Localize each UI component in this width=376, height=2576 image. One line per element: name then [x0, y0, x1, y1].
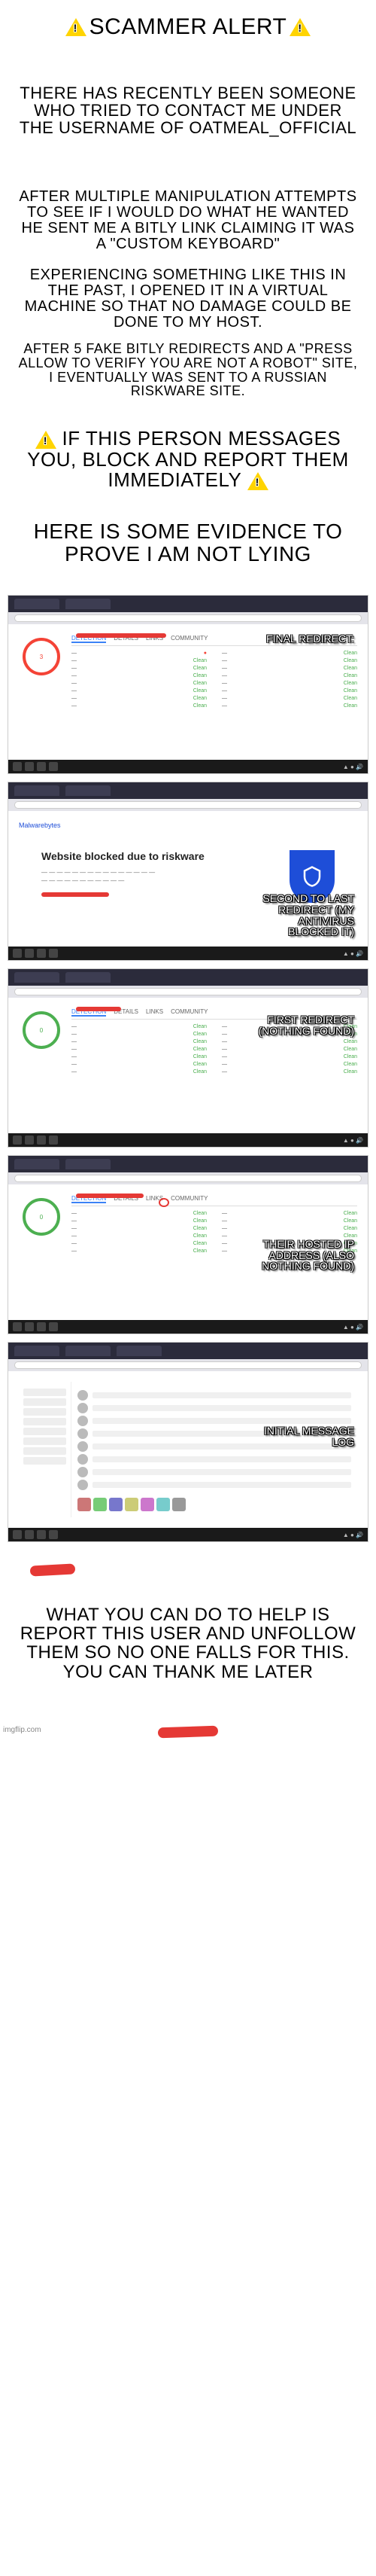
footer-text: WHAT YOU CAN DO TO HELP IS REPORT THIS U…	[0, 1605, 376, 1681]
detection-dial: 0	[23, 1198, 60, 1236]
detection-dial: 0	[23, 1011, 60, 1049]
chat-content	[8, 1371, 368, 1528]
red-scribble-mark	[30, 1563, 76, 1576]
warning-icon	[35, 431, 56, 449]
browser-addressbar	[8, 799, 368, 811]
paragraph-6: HERE IS SOME EVIDENCE TO PROVE I AM NOT …	[0, 520, 376, 565]
paragraph-4: AFTER 5 FAKE BITLY REDIRECTS AND A "PRES…	[0, 342, 376, 399]
imgflip-watermark: imgflip.com	[3, 1726, 41, 1734]
browser-tabbar	[8, 1156, 368, 1172]
windows-taskbar: ▲ ● 🔊	[8, 1528, 368, 1541]
browser-addressbar	[8, 1172, 368, 1184]
caption-4: THEIR HOSTED IP ADDRESS (ALSO NOTHING FO…	[249, 1239, 354, 1272]
block-subtext: — — — — — — — — — — — — — — —— — — — — —…	[41, 868, 274, 885]
browser-tabbar	[8, 596, 368, 612]
title-text: SCAMMER ALERT	[89, 15, 287, 39]
red-scribble-mark	[158, 1725, 218, 1738]
chat-sidebar	[19, 1382, 71, 1517]
windows-taskbar: ▲ ● 🔊	[8, 760, 368, 773]
red-circle-mark	[159, 1198, 169, 1207]
windows-taskbar: ▲ ● 🔊	[8, 1133, 368, 1147]
tab-community: COMMUNITY	[171, 635, 208, 643]
meme-page: SCAMMER ALERT THERE HAS RECENTLY BEEN SO…	[0, 15, 376, 1737]
warning-icon	[247, 472, 268, 490]
paragraph-1: THERE HAS RECENTLY BEEN SOMEONE WHO TRIE…	[0, 84, 376, 136]
brand-label: Malwarebytes	[19, 822, 357, 829]
browser-addressbar	[8, 1359, 368, 1371]
chat-main	[71, 1382, 357, 1517]
screenshot-ip-address: 0 DETECTION DETAILS LINKS COMMUNITY —Cle…	[8, 1155, 368, 1334]
warning-icon	[65, 18, 86, 36]
browser-tabbar	[8, 1343, 368, 1359]
detection-dial: 3	[23, 638, 60, 675]
windows-taskbar: ▲ ● 🔊	[8, 1320, 368, 1334]
p5-text: IF THIS PERSON MESSAGES YOU, BLOCK AND R…	[27, 427, 349, 491]
redaction-mark	[76, 1193, 144, 1198]
redaction-mark	[76, 633, 166, 638]
tab-community: COMMUNITY	[171, 1195, 208, 1203]
windows-taskbar: ▲ ● 🔊	[8, 947, 368, 960]
caption-2: SECOND TO LAST REDIRECT (MY ANTIVIRUS BL…	[249, 893, 354, 937]
screenshot-first-redirect: 0 DETECTION DETAILS LINKS COMMUNITY —Cle…	[8, 968, 368, 1148]
caption-5: INITIAL MESSAGE LOG	[249, 1425, 354, 1447]
caption-3: FIRST REDIRECT (NOTHING FOUND)	[249, 1014, 354, 1036]
screenshot-antivirus-block: Malwarebytes Website blocked due to risk…	[8, 782, 368, 961]
warning-icon	[290, 18, 311, 36]
virustotal-content: 3 DETECTION DETAILS LINKS COMMUNITY —●—C…	[8, 624, 368, 760]
paragraph-3: EXPERIENCING SOMETHING LIKE THIS IN THE …	[0, 267, 376, 331]
screenshot-message-log: ▲ ● 🔊 INITIAL MESSAGE LOG	[8, 1342, 368, 1542]
screenshot-final-redirect: 3 DETECTION DETAILS LINKS COMMUNITY —●—C…	[8, 595, 368, 774]
paragraph-2: AFTER MULTIPLE MANIPULATION ATTEMPTS TO …	[0, 189, 376, 252]
title: SCAMMER ALERT	[0, 15, 376, 39]
avatar-row	[77, 1498, 351, 1511]
redaction-mark	[76, 1007, 121, 1011]
browser-addressbar	[8, 986, 368, 998]
block-headline: Website blocked due to riskware	[41, 850, 274, 862]
redaction-mark	[41, 892, 109, 897]
tab-links: LINKS	[146, 1008, 163, 1017]
browser-tabbar	[8, 782, 368, 799]
caption-1: FINAL REDIRECT:	[266, 633, 354, 645]
paragraph-5: IF THIS PERSON MESSAGES YOU, BLOCK AND R…	[0, 428, 376, 490]
tab-community: COMMUNITY	[171, 1008, 208, 1017]
browser-addressbar	[8, 612, 368, 624]
browser-tabbar	[8, 969, 368, 986]
